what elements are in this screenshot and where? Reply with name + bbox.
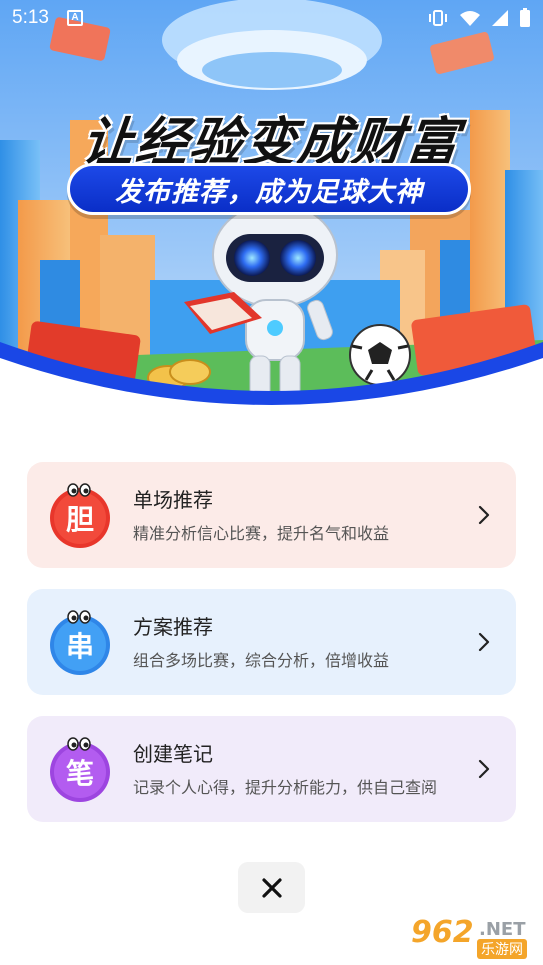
hero-subtitle: 发布推荐，成为足球大神	[115, 176, 423, 208]
watermark-number: 962	[411, 915, 474, 950]
svg-text:笔: 笔	[66, 757, 94, 790]
signal-icon	[492, 10, 508, 26]
combo-plan-text: 方案推荐 组合多场比赛，综合分析，倍增收益	[133, 611, 473, 674]
single-match-title: 单场推荐	[133, 487, 213, 512]
create-note-description: 记录个人心得，提升分析能力，供自己查阅	[133, 777, 438, 797]
wifi-icon	[460, 11, 480, 26]
combo-plan-description: 组合多场比赛，综合分析，倍增收益	[133, 650, 390, 670]
close-icon	[261, 877, 282, 898]
hero-banner: 让经验变成财富 发布推荐，成为足球大神	[0, 0, 543, 420]
chevron-right-icon	[478, 759, 490, 779]
chevron-right-icon	[478, 632, 490, 652]
site-watermark: 962 .NET 乐游网	[403, 915, 539, 961]
single-match-text: 单场推荐 精准分析信心比赛，提升名气和收益	[133, 484, 473, 547]
create-note-badge-icon: 笔	[47, 736, 113, 802]
svg-text:串: 串	[66, 630, 94, 663]
create-note-text: 创建笔记 记录个人心得，提升分析能力，供自己查阅	[133, 738, 473, 801]
combo-plan-badge-icon: 串	[47, 609, 113, 675]
hero-subtitle-pill: 发布推荐，成为足球大神	[67, 163, 471, 215]
close-button[interactable]	[238, 862, 305, 913]
option-combo-plan[interactable]: 串 方案推荐 组合多场比赛，综合分析，倍增收益	[27, 589, 516, 695]
create-note-title: 创建笔记	[133, 741, 213, 766]
watermark-suffix: .NET	[479, 919, 526, 940]
combo-plan-title: 方案推荐	[133, 614, 213, 639]
battery-icon	[520, 8, 530, 27]
option-list: 胆 单场推荐 精准分析信心比赛，提升名气和收益 串 方案推荐 组合多场比赛，综合…	[27, 462, 516, 843]
chevron-right-icon	[478, 505, 490, 525]
option-create-note[interactable]: 笔 创建笔记 记录个人心得，提升分析能力，供自己查阅	[27, 716, 516, 822]
notification-icon: A	[66, 10, 83, 26]
svg-text:胆: 胆	[66, 503, 94, 536]
single-match-badge-icon: 胆	[47, 482, 113, 548]
status-bar: 5:13 A	[0, 0, 543, 36]
option-single-match[interactable]: 胆 单场推荐 精准分析信心比赛，提升名气和收益	[27, 462, 516, 568]
vibrate-icon	[429, 10, 447, 26]
watermark-site: 乐游网	[477, 939, 527, 959]
single-match-description: 精准分析信心比赛，提升名气和收益	[133, 523, 390, 543]
status-time: 5:13	[12, 7, 49, 28]
status-icons	[427, 8, 531, 28]
